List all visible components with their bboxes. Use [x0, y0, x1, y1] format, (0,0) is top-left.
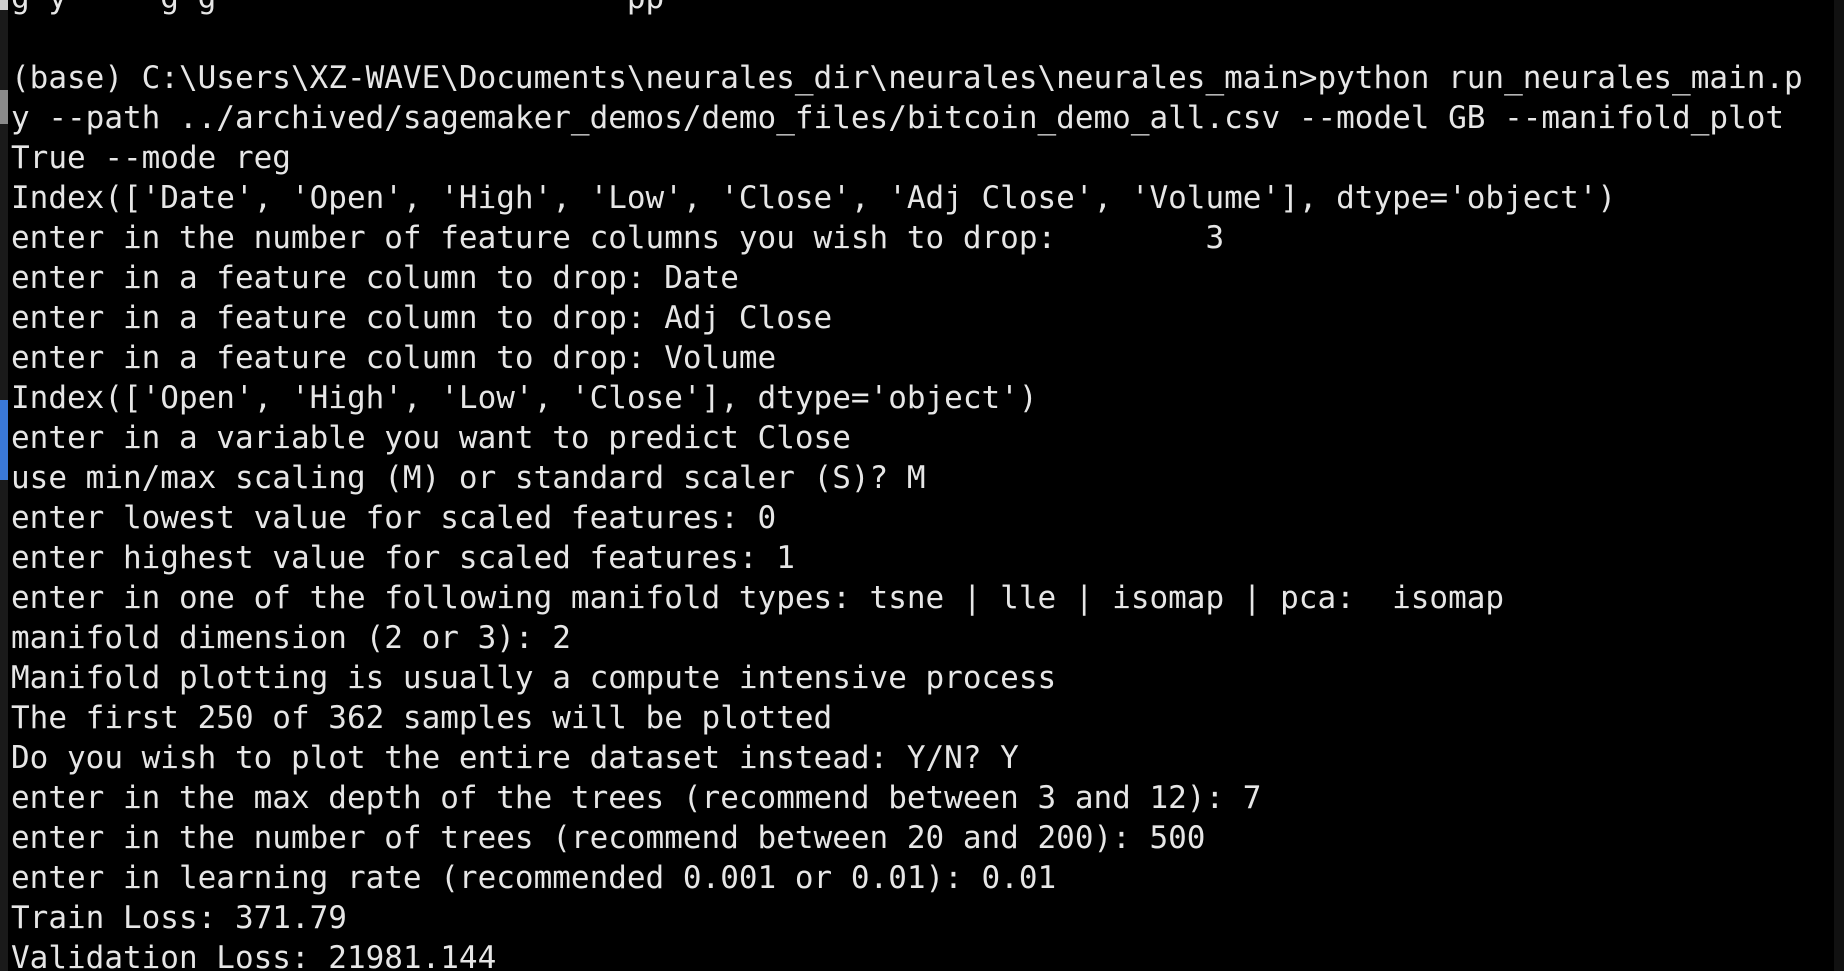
terminal-line: manifold dimension (2 or 3): 2 [11, 620, 571, 656]
selection-mark [0, 400, 8, 480]
gutter-mark [0, 0, 8, 10]
scrollbar[interactable] [1834, 0, 1844, 971]
terminal-line: enter in learning rate (recommended 0.00… [11, 860, 1057, 896]
terminal-line: Train Loss: 371.79 [11, 900, 347, 936]
terminal-line: enter in the max depth of the trees (rec… [11, 780, 1262, 816]
terminal-line: y --path ../archived/sagemaker_demos/dem… [11, 100, 1785, 136]
terminal-line: enter in a feature column to drop: Volum… [11, 340, 777, 376]
left-gutter [0, 0, 8, 971]
terminal-line: Index(['Date', 'Open', 'High', 'Low', 'C… [11, 180, 1617, 216]
cursor-mark [0, 90, 8, 124]
terminal-output[interactable]: g y g g pp (base) C:\Users\XZ-WAVE\Docum… [11, 0, 1803, 971]
terminal-line: use min/max scaling (M) or standard scal… [11, 460, 926, 496]
terminal-line: enter in a variable you want to predict … [11, 420, 851, 456]
terminal-line: Do you wish to plot the entire dataset i… [11, 740, 1019, 776]
terminal-line: enter lowest value for scaled features: … [11, 500, 777, 536]
terminal-line: Manifold plotting is usually a compute i… [11, 660, 1057, 696]
terminal-line: enter in the number of feature columns y… [11, 220, 1225, 256]
terminal-line: Validation Loss: 21981.144 [11, 940, 497, 971]
terminal-line: enter in a feature column to drop: Adj C… [11, 300, 833, 336]
terminal-line: enter highest value for scaled features:… [11, 540, 795, 576]
terminal-line: True --mode reg [11, 140, 291, 176]
terminal-line: Index(['Open', 'High', 'Low', 'Close'], … [11, 380, 1038, 416]
terminal-window[interactable]: g y g g pp (base) C:\Users\XZ-WAVE\Docum… [0, 0, 1844, 971]
terminal-line: (base) C:\Users\XZ-WAVE\Documents\neural… [11, 60, 1803, 96]
terminal-line: enter in one of the following manifold t… [11, 580, 1505, 616]
terminal-line: enter in a feature column to drop: Date [11, 260, 739, 296]
terminal-line: g y g g pp [11, 0, 1803, 18]
terminal-line: The first 250 of 362 samples will be plo… [11, 700, 833, 736]
terminal-line: enter in the number of trees (recommend … [11, 820, 1206, 856]
